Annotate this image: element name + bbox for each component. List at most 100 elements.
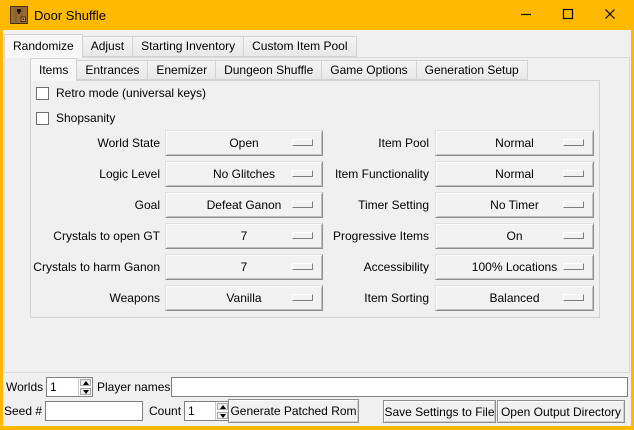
- tab-label: Dungeon Shuffle: [224, 63, 313, 77]
- retro-mode-label: Retro mode (universal keys): [56, 86, 206, 100]
- dropdown-indicator-icon: [292, 170, 313, 177]
- crystals-ganon-value: 7: [241, 260, 248, 274]
- open-output-directory-button[interactable]: Open Output Directory: [497, 400, 625, 423]
- sub-tab-bar: Items Entrances Enemizer Dungeon Shuffle…: [30, 58, 527, 80]
- generate-patched-rom-button[interactable]: Generate Patched Rom: [228, 399, 359, 423]
- worlds-value: 1: [47, 378, 78, 396]
- minimize-button[interactable]: [505, 0, 547, 30]
- crystals-gt-label: Crystals to open GT: [23, 223, 160, 249]
- tab-label: Items: [39, 63, 68, 77]
- tab-dungeon-shuffle[interactable]: Dungeon Shuffle: [215, 60, 322, 80]
- arrow-down-icon: [83, 390, 89, 394]
- spin-down-button[interactable]: [217, 412, 228, 419]
- tab-label: Randomize: [13, 39, 74, 53]
- player-names-label: Player names: [97, 377, 170, 397]
- tab-label: Adjust: [91, 39, 124, 53]
- dropdown-indicator-icon: [563, 139, 584, 146]
- crystals-gt-value: 7: [241, 229, 248, 243]
- tab-enemizer[interactable]: Enemizer: [147, 60, 216, 80]
- worlds-label: Worlds: [6, 377, 43, 397]
- progressive-items-dropdown[interactable]: On: [435, 223, 594, 249]
- tab-adjust[interactable]: Adjust: [82, 36, 133, 57]
- weapons-label: Weapons: [23, 285, 160, 311]
- spin-down-button[interactable]: [80, 388, 91, 395]
- spinner-arrows: [215, 402, 229, 420]
- progressive-items-value: On: [506, 229, 522, 243]
- arrow-up-icon: [83, 381, 89, 385]
- tab-randomize[interactable]: Randomize: [4, 34, 83, 58]
- tab-items[interactable]: Items: [30, 58, 77, 81]
- dropdown-indicator-icon: [292, 139, 313, 146]
- world-state-label: World State: [23, 130, 160, 156]
- tab-label: Game Options: [330, 63, 407, 77]
- item-sorting-value: Balanced: [489, 291, 539, 305]
- goal-dropdown[interactable]: Defeat Ganon: [165, 192, 323, 218]
- tab-label: Enemizer: [156, 63, 207, 77]
- tab-entrances[interactable]: Entrances: [76, 60, 148, 80]
- item-pool-dropdown[interactable]: Normal: [435, 130, 594, 156]
- accessibility-value: 100% Locations: [472, 260, 557, 274]
- item-functionality-value: Normal: [495, 167, 534, 181]
- retro-mode-checkbox[interactable]: [36, 87, 49, 100]
- logic-level-label: Logic Level: [23, 161, 160, 187]
- dropdown-indicator-icon: [292, 201, 313, 208]
- spinner-arrows: [78, 378, 92, 396]
- spin-up-button[interactable]: [80, 379, 91, 386]
- maximize-button[interactable]: [547, 0, 589, 30]
- progressive-items-label: Progressive Items: [320, 223, 429, 249]
- logic-level-dropdown[interactable]: No Glitches: [165, 161, 323, 187]
- tab-label: Generation Setup: [425, 63, 519, 77]
- count-value: 1: [185, 402, 215, 420]
- item-functionality-label: Item Functionality: [320, 161, 429, 187]
- seed-input[interactable]: [45, 401, 143, 421]
- dropdown-indicator-icon: [292, 263, 313, 270]
- dropdown-indicator-icon: [563, 201, 584, 208]
- weapons-value: Vanilla: [226, 291, 261, 305]
- close-button[interactable]: [589, 0, 631, 30]
- client-area: Randomize Adjust Starting Inventory Cust…: [3, 30, 631, 426]
- title-bar[interactable]: Door Shuffle: [0, 0, 634, 30]
- accessibility-label: Accessibility: [320, 254, 429, 280]
- dropdown-indicator-icon: [563, 232, 584, 239]
- dropdown-indicator-icon: [292, 232, 313, 239]
- tab-generation-setup[interactable]: Generation Setup: [416, 60, 528, 80]
- crystals-ganon-dropdown[interactable]: 7: [165, 254, 323, 280]
- count-spinbox[interactable]: 1: [184, 401, 230, 421]
- world-state-value: Open: [229, 136, 258, 150]
- tab-label: Entrances: [85, 63, 139, 77]
- tab-label: Starting Inventory: [141, 39, 235, 53]
- dropdown-indicator-icon: [563, 263, 584, 270]
- shopsanity-option: Shopsanity: [36, 111, 115, 125]
- logic-level-value: No Glitches: [213, 167, 275, 181]
- arrow-down-icon: [220, 414, 226, 418]
- crystals-ganon-label: Crystals to harm Ganon: [23, 254, 160, 280]
- weapons-dropdown[interactable]: Vanilla: [165, 285, 323, 311]
- goal-label: Goal: [23, 192, 160, 218]
- world-state-dropdown[interactable]: Open: [165, 130, 323, 156]
- timer-setting-label: Timer Setting: [320, 192, 429, 218]
- item-sorting-dropdown[interactable]: Balanced: [435, 285, 594, 311]
- tab-game-options[interactable]: Game Options: [321, 60, 416, 80]
- crystals-gt-dropdown[interactable]: 7: [165, 223, 323, 249]
- item-functionality-dropdown[interactable]: Normal: [435, 161, 594, 187]
- save-settings-button[interactable]: Save Settings to File: [383, 400, 496, 423]
- tab-label: Custom Item Pool: [252, 39, 347, 53]
- item-pool-label: Item Pool: [320, 130, 429, 156]
- dropdown-indicator-icon: [563, 170, 584, 177]
- timer-setting-dropdown[interactable]: No Timer: [435, 192, 594, 218]
- caption-buttons: [505, 0, 631, 30]
- maximize-icon: [562, 8, 574, 23]
- minimize-icon: [520, 8, 532, 23]
- shopsanity-label: Shopsanity: [56, 111, 115, 125]
- main-tab-bar: Randomize Adjust Starting Inventory Cust…: [4, 33, 356, 57]
- door-shuffle-window: Door Shuffle Randomize: [0, 0, 634, 430]
- spin-up-button[interactable]: [217, 403, 228, 410]
- door-icon: [10, 6, 28, 24]
- player-names-input[interactable]: [171, 377, 628, 397]
- tab-starting-inventory[interactable]: Starting Inventory: [132, 36, 244, 57]
- accessibility-dropdown[interactable]: 100% Locations: [435, 254, 594, 280]
- worlds-spinbox[interactable]: 1: [46, 377, 93, 397]
- tab-custom-item-pool[interactable]: Custom Item Pool: [243, 36, 356, 57]
- shopsanity-checkbox[interactable]: [36, 112, 49, 125]
- dropdown-indicator-icon: [563, 294, 584, 301]
